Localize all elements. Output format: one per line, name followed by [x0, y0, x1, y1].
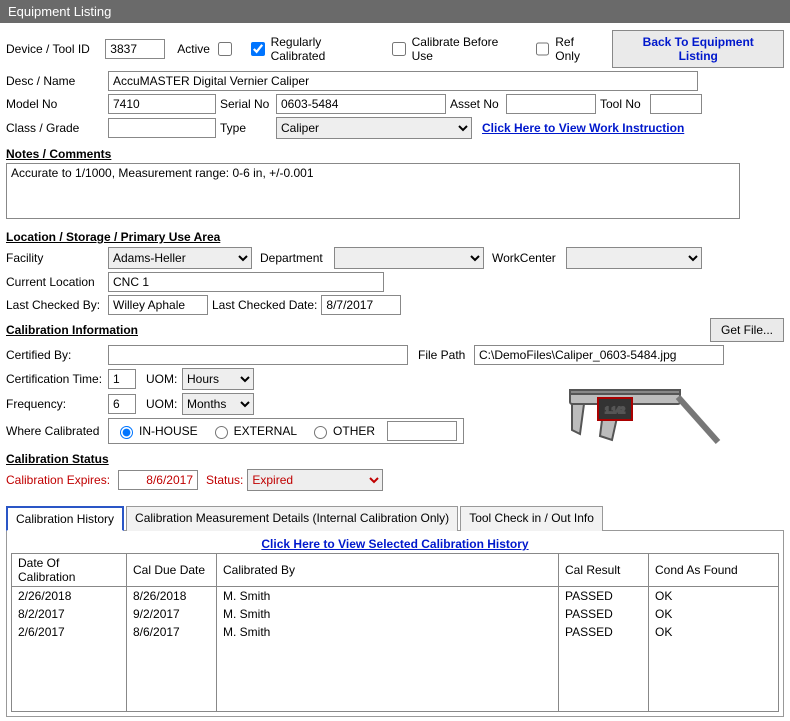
label-tool-no: Tool No	[600, 97, 646, 111]
label-active: Active	[177, 42, 210, 56]
col-due: Cal Due Date	[127, 554, 217, 587]
col-date: Date Of Calibration	[12, 554, 127, 587]
department-select[interactable]	[334, 247, 484, 269]
last-checked-date-input[interactable]	[321, 295, 401, 315]
tab-check-in-out[interactable]: Tool Check in / Out Info	[460, 506, 603, 531]
ref-only-checkbox[interactable]	[536, 42, 550, 56]
label-freq-uom: UOM:	[146, 397, 178, 411]
label-status: Status:	[206, 473, 243, 487]
calibration-history-table[interactable]: Date Of Calibration Cal Due Date Calibra…	[11, 553, 779, 712]
section-notes-comments: Notes / Comments	[6, 147, 784, 161]
cert-uom-select[interactable]: Hours	[182, 368, 254, 390]
file-path-input[interactable]	[474, 345, 724, 365]
frequency-input[interactable]	[108, 394, 136, 414]
equipment-image: 1.142	[550, 370, 730, 500]
calibration-expires-input[interactable]	[118, 470, 198, 490]
freq-uom-select[interactable]: Months	[182, 393, 254, 415]
back-to-listing-button[interactable]: Back To Equipment Listing	[612, 30, 784, 68]
where-external-radio[interactable]: EXTERNAL	[210, 423, 297, 439]
where-inhouse-radio[interactable]: IN-HOUSE	[115, 423, 198, 439]
label-type: Type	[220, 121, 272, 135]
get-file-button[interactable]: Get File...	[710, 318, 784, 342]
asset-no-input[interactable]	[506, 94, 596, 114]
notes-textarea[interactable]: Accurate to 1/1000, Measurement range: 0…	[6, 163, 740, 219]
svg-text:1.142: 1.142	[605, 406, 626, 415]
label-department: Department	[260, 251, 330, 265]
label-workcenter: WorkCenter	[492, 251, 562, 265]
label-certified-by: Certified By:	[6, 348, 104, 362]
label-regularly-calibrated: Regularly Calibrated	[271, 35, 377, 63]
facility-select[interactable]: Adams-Heller	[108, 247, 252, 269]
type-select[interactable]: Caliper	[276, 117, 472, 139]
label-facility: Facility	[6, 251, 104, 265]
label-ref-only: Ref Only	[555, 35, 600, 63]
label-frequency: Frequency:	[6, 397, 104, 411]
view-selected-history-link[interactable]: Click Here to View Selected Calibration …	[261, 537, 528, 551]
model-no-input[interactable]	[108, 94, 216, 114]
col-result: Cal Result	[559, 554, 649, 587]
col-by: Calibrated By	[217, 554, 559, 587]
window-titlebar: Equipment Listing	[0, 0, 790, 23]
table-row[interactable]: 8/2/20179/2/2017M. SmithPASSEDOK	[12, 605, 779, 623]
label-desc-name: Desc / Name	[6, 74, 104, 88]
current-location-input[interactable]	[108, 272, 384, 292]
where-other-input[interactable]	[387, 421, 457, 441]
status-select[interactable]: Expired	[247, 469, 383, 491]
label-class-grade: Class / Grade	[6, 121, 104, 135]
device-tool-id-input[interactable]	[105, 39, 165, 59]
label-certification-time: Certification Time:	[6, 372, 104, 386]
certified-by-input[interactable]	[108, 345, 408, 365]
label-model-no: Model No	[6, 97, 104, 111]
where-other-radio[interactable]: OTHER	[309, 423, 375, 439]
table-row[interactable]: 2/26/20188/26/2018M. SmithPASSEDOK	[12, 587, 779, 606]
label-calibration-expires: Calibration Expires:	[6, 473, 114, 487]
label-device-tool-id: Device / Tool ID	[6, 42, 101, 56]
active-checkbox[interactable]	[218, 42, 232, 56]
workcenter-select[interactable]	[566, 247, 702, 269]
table-row[interactable]: 2/6/20178/6/2017M. SmithPASSEDOK	[12, 623, 779, 641]
label-where-calibrated: Where Calibrated	[6, 424, 104, 438]
tab-measurement-details[interactable]: Calibration Measurement Details (Interna…	[126, 506, 458, 531]
label-file-path: File Path	[418, 348, 470, 362]
certification-time-input[interactable]	[108, 369, 136, 389]
label-serial-no: Serial No	[220, 97, 272, 111]
desc-name-input[interactable]	[108, 71, 698, 91]
tab-calibration-history[interactable]: Calibration History	[6, 506, 124, 531]
label-current-location: Current Location	[6, 275, 104, 289]
label-last-checked-by: Last Checked By:	[6, 298, 104, 312]
label-calibrate-before-use: Calibrate Before Use	[412, 35, 520, 63]
section-location: Location / Storage / Primary Use Area	[6, 230, 784, 244]
class-grade-input[interactable]	[108, 118, 216, 138]
col-cond: Cond As Found	[649, 554, 779, 587]
tool-no-input[interactable]	[650, 94, 702, 114]
section-calibration-info: Calibration Information	[6, 323, 138, 337]
label-cert-uom: UOM:	[146, 372, 178, 386]
label-last-checked-date: Last Checked Date:	[212, 298, 317, 312]
view-work-instruction-link[interactable]: Click Here to View Work Instruction	[482, 121, 684, 135]
last-checked-by-input[interactable]	[108, 295, 208, 315]
serial-no-input[interactable]	[276, 94, 446, 114]
label-asset-no: Asset No	[450, 97, 502, 111]
calibrate-before-use-checkbox[interactable]	[392, 42, 406, 56]
regularly-calibrated-checkbox[interactable]	[251, 42, 265, 56]
